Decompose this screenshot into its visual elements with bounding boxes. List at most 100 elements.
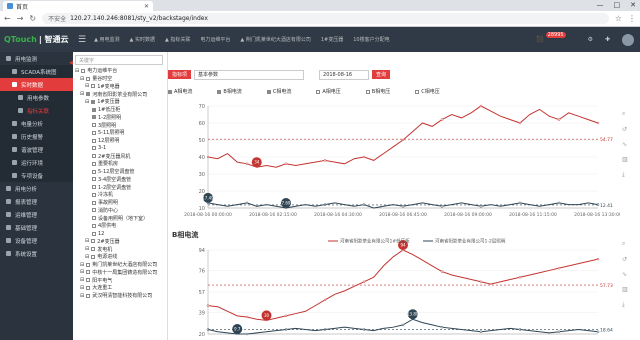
sidebar-item[interactable]: 用电监测 (0, 52, 73, 65)
forward-icon[interactable]: → (17, 14, 24, 23)
tree-checkbox[interactable] (92, 192, 96, 197)
sidebar-item[interactable]: 系统设置 (0, 247, 73, 260)
data-point[interactable] (245, 332, 249, 336)
data-point[interactable] (206, 155, 210, 159)
tree-node[interactable]: ⊟ 电源进线 (75, 253, 165, 261)
tree-node[interactable]: 5-11层照明 (75, 129, 165, 137)
tree-node[interactable]: 重要机房 (75, 160, 165, 168)
tree-search-input[interactable]: 关键字 (75, 55, 163, 65)
save-icon[interactable]: ⤓ (622, 301, 628, 309)
tree-node[interactable]: ⊟ 河南省阳影茶业有限公司 (75, 90, 165, 98)
line-icon[interactable]: ∿ (622, 141, 628, 148)
tree-checkbox[interactable] (91, 239, 96, 244)
data-point[interactable] (284, 162, 288, 166)
sidebar-item[interactable]: 电量分析 (0, 117, 73, 130)
data-point[interactable] (596, 257, 600, 261)
browser-tab[interactable]: 首页 ✕ (3, 1, 153, 11)
tree-checkbox[interactable] (92, 177, 96, 182)
tree-checkbox[interactable] (92, 200, 96, 205)
tree-checkbox[interactable] (92, 130, 96, 135)
indicator-button[interactable]: 指标项 (168, 70, 192, 79)
tree-checkbox[interactable] (92, 231, 96, 236)
tree-checkbox[interactable] (92, 216, 96, 221)
tree-checkbox[interactable] (86, 293, 91, 298)
tree-checkbox[interactable] (92, 169, 96, 174)
data-point[interactable] (518, 201, 522, 205)
legend-label[interactable]: 河南省阳影茶业有限公司1#低压柜 (340, 238, 410, 245)
tree-checkbox[interactable] (92, 146, 96, 151)
settings-icon[interactable]: ⚙ (588, 36, 593, 43)
expand-icon[interactable]: ⊟ (75, 68, 79, 74)
fullscreen-icon[interactable]: ✚ (605, 36, 610, 43)
data-point[interactable] (245, 162, 249, 166)
sidebar-item[interactable]: 指标关联 (0, 104, 73, 117)
tree-checkbox[interactable] (91, 254, 96, 259)
tree-node[interactable]: 5-12层空调盘管 (75, 168, 165, 176)
expand-icon[interactable]: ⊟ (85, 99, 89, 105)
tree-checkbox[interactable] (92, 115, 96, 120)
sidebar-item[interactable]: 用电分析 (0, 182, 73, 195)
legend-label[interactable]: 河南省阳影茶业有限公司1-2层照明 (435, 238, 506, 245)
phase-checkbox[interactable]: A相电流 (168, 88, 192, 95)
reload-icon[interactable]: ↻ (29, 14, 36, 23)
sidebar-item[interactable]: 用电参数 (0, 91, 73, 104)
tree-node[interactable]: 1#低压柜 (75, 106, 165, 114)
sidebar-item[interactable]: 运行环境 (0, 156, 73, 169)
minimize-icon[interactable]: — (597, 1, 604, 9)
indicator-select[interactable]: 基本参数 (194, 69, 305, 80)
sidebar-item[interactable]: 专项设备 (0, 169, 73, 182)
tree-node[interactable]: 消防中心 (75, 207, 165, 215)
data-point[interactable] (440, 325, 444, 329)
data-point[interactable] (362, 203, 366, 206)
data-point[interactable] (596, 330, 600, 333)
data-point[interactable] (479, 104, 483, 108)
data-point[interactable] (362, 155, 366, 159)
data-point[interactable] (362, 280, 366, 284)
tree-node[interactable]: 12层照明 (75, 137, 165, 145)
date-input[interactable]: 2018-08-16 (319, 69, 370, 80)
crumb[interactable]: 1#变压器 (321, 36, 343, 43)
notification-icon[interactable]: ⬛ (536, 36, 543, 43)
data-point[interactable] (284, 314, 288, 318)
phase-checkbox[interactable]: A相电压 (316, 88, 341, 95)
tree-node[interactable]: ⊟ 荆门凯莱世纪大酒店有限公司 (75, 261, 165, 269)
tree-node[interactable]: 12 (75, 230, 165, 238)
restore-icon[interactable]: ↺ (622, 256, 628, 263)
expand-icon[interactable]: ⊟ (80, 293, 84, 299)
data-point[interactable] (440, 118, 444, 121)
expand-icon[interactable]: ⊟ (80, 285, 84, 291)
tree-node[interactable]: ⊟ 1#变压器 (75, 98, 165, 106)
tree-node[interactable]: 3-1 (75, 145, 165, 153)
tree-checkbox[interactable] (91, 84, 96, 89)
data-point[interactable] (323, 159, 327, 162)
expand-icon[interactable]: ⊟ (85, 83, 89, 89)
phase-checkbox[interactable]: B相电压 (365, 88, 390, 95)
data-point[interactable] (323, 298, 327, 302)
expand-icon[interactable]: ⊟ (80, 91, 84, 97)
tree-checkbox[interactable] (86, 262, 91, 267)
tree-checkbox[interactable] (92, 138, 96, 143)
tree-checkbox[interactable] (86, 278, 91, 283)
line-icon[interactable]: ∿ (622, 271, 628, 278)
data-point[interactable] (557, 330, 561, 333)
sidebar-item[interactable]: 谐波管理 (0, 143, 73, 156)
bookmark-star-icon[interactable]: ☆ (615, 14, 622, 23)
expand-icon[interactable]: ⊟ (80, 262, 84, 268)
tree-node[interactable]: ⊟ 中核十一局集团铸造有限公司 (75, 269, 165, 277)
bar-icon[interactable]: ▥ (622, 286, 628, 293)
tree-checkbox[interactable] (81, 68, 86, 73)
data-point[interactable] (440, 205, 444, 208)
data-point[interactable] (479, 330, 483, 333)
sidebar-item[interactable]: 运维管理 (0, 208, 73, 221)
sidebar-item[interactable]: 设备管理 (0, 234, 73, 247)
sidebar-item[interactable]: 历史报警 (0, 130, 73, 143)
data-point[interactable] (323, 203, 327, 206)
zoom-icon[interactable]: ⌕ (622, 240, 628, 248)
tree-node[interactable]: 1-2层空调盘管 (75, 183, 165, 191)
tree-node[interactable]: 设备用照明（地下室） (75, 214, 165, 222)
tree-node[interactable]: ⊟ 2#变压器 (75, 238, 165, 246)
crumb[interactable]: ▲ 用电监测 (94, 36, 119, 43)
phase-checkbox[interactable]: C相电流 (266, 88, 291, 95)
tree-node[interactable]: 3层照明 (75, 121, 165, 129)
tree-node[interactable]: ⊟ 发电机 (75, 245, 165, 253)
